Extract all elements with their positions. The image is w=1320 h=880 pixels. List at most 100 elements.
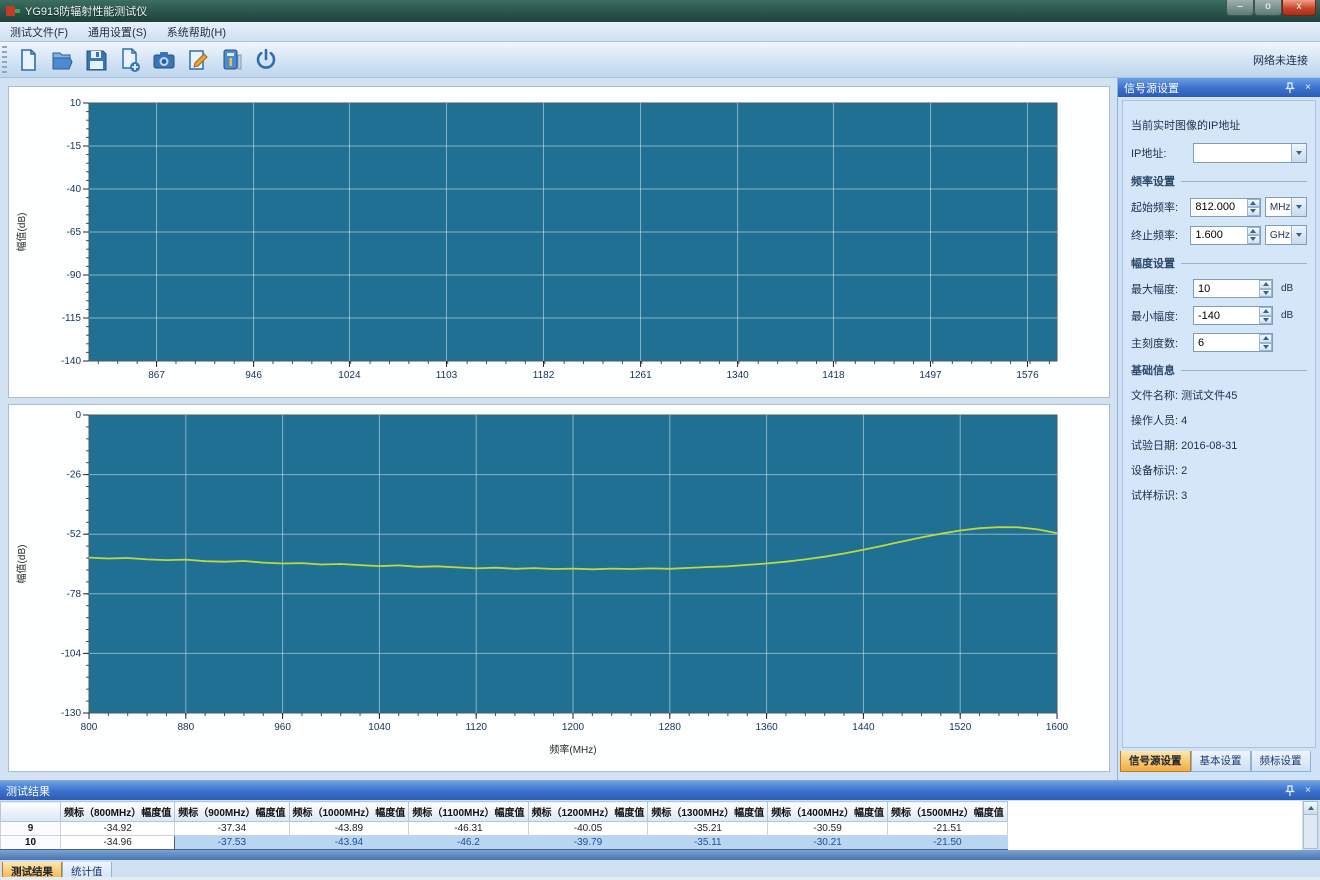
- application-window: YG913防辐射性能测试仪 – o x 测试文件(F) 通用设置(S) 系统帮助…: [0, 0, 1320, 880]
- column-header[interactable]: 频标（1500MHz）幅度值: [888, 802, 1008, 822]
- table-cell[interactable]: -34.96: [61, 836, 175, 850]
- amp-section-caption: 幅度设置: [1131, 255, 1307, 271]
- table-cell[interactable]: -46.2: [409, 836, 528, 850]
- start-freq-stepper[interactable]: [1247, 199, 1260, 216]
- signal-dock-body: 当前实时图像的IP地址 IP地址: 频率设置 起始频率:: [1122, 100, 1316, 748]
- info-test-date: 试验日期: 2016-08-31: [1131, 437, 1307, 453]
- table-cell[interactable]: -21.50: [888, 836, 1008, 850]
- svg-text:1520: 1520: [949, 722, 972, 733]
- instrument-panel-icon: [219, 47, 245, 73]
- column-header[interactable]: 频标（1200MHz）幅度值: [528, 802, 648, 822]
- column-header[interactable]: 频标（1300MHz）幅度值: [648, 802, 768, 822]
- table-cell[interactable]: -43.94: [289, 836, 409, 850]
- minimize-button[interactable]: –: [1226, 0, 1254, 16]
- max-amp-label: 最大幅度:: [1131, 281, 1189, 297]
- ip-label: IP地址:: [1131, 145, 1189, 161]
- column-header[interactable]: 频标（1000MHz）幅度值: [289, 802, 409, 822]
- screenshot-button[interactable]: [147, 44, 181, 76]
- info-section-caption: 基础信息: [1131, 362, 1307, 378]
- table-cell[interactable]: -39.79: [528, 836, 648, 850]
- stop-freq-label: 终止频率:: [1131, 227, 1186, 243]
- table-cell[interactable]: -30.59: [768, 822, 888, 836]
- stop-freq-stepper[interactable]: [1247, 227, 1260, 244]
- menu-bar: 测试文件(F) 通用设置(S) 系统帮助(H): [0, 22, 1320, 42]
- signal-dock-header: 信号源设置 ×: [1118, 78, 1320, 97]
- min-amp-stepper[interactable]: [1259, 307, 1272, 324]
- column-header[interactable]: 频标（1100MHz）幅度值: [409, 802, 528, 822]
- table-cell[interactable]: -35.21: [648, 822, 768, 836]
- stop-freq-unit-select[interactable]: GHz: [1265, 225, 1307, 245]
- svg-text:1040: 1040: [368, 722, 391, 733]
- menu-general-settings[interactable]: 通用设置(S): [78, 22, 157, 42]
- table-cell[interactable]: -46.31: [409, 822, 528, 836]
- svg-text:800: 800: [81, 722, 98, 733]
- power-button[interactable]: [249, 44, 283, 76]
- tab-signal-source[interactable]: 信号源设置: [1120, 751, 1191, 772]
- table-cell[interactable]: -37.53: [175, 836, 289, 850]
- start-freq-label: 起始频率:: [1131, 199, 1186, 215]
- table-cell[interactable]: -21.51: [888, 822, 1008, 836]
- table-cell[interactable]: -30.21: [768, 836, 888, 850]
- row-header[interactable]: 9: [1, 822, 61, 836]
- svg-text:1103: 1103: [436, 370, 458, 381]
- table-cell[interactable]: -43.89: [289, 822, 409, 836]
- ip-caption: 当前实时图像的IP地址: [1131, 117, 1307, 133]
- toolbar-grip[interactable]: [2, 46, 7, 74]
- svg-text:频率(MHz): 频率(MHz): [549, 743, 596, 756]
- table-cell[interactable]: -37.34: [175, 822, 289, 836]
- open-file-button[interactable]: [45, 44, 79, 76]
- divisions-stepper[interactable]: [1259, 334, 1272, 351]
- close-button[interactable]: x: [1282, 0, 1316, 16]
- network-status: 网络未连接: [1253, 52, 1320, 68]
- max-amp-stepper[interactable]: [1259, 280, 1272, 297]
- top-chart-panel: 8679461024110311821261134014181497157610…: [8, 86, 1110, 398]
- column-header[interactable]: 频标（1400MHz）幅度值: [768, 802, 888, 822]
- table-row[interactable]: 9-34.92-37.34-43.89-46.31-40.05-35.21-30…: [1, 822, 1008, 836]
- title-bar: YG913防辐射性能测试仪 – o x: [0, 0, 1320, 22]
- column-header[interactable]: 频标（900MHz）幅度值: [175, 802, 289, 822]
- window-title: YG913防辐射性能测试仪: [25, 3, 147, 19]
- top-chart: 8679461024110311821261134014181497157610…: [9, 87, 1109, 397]
- results-table: 频标（800MHz）幅度值频标（900MHz）幅度值频标（1000MHz）幅度值…: [0, 801, 1008, 850]
- table-cell[interactable]: -40.05: [528, 822, 648, 836]
- svg-text:867: 867: [148, 370, 165, 381]
- results-scrollbar[interactable]: [1303, 801, 1318, 849]
- start-freq-unit-select[interactable]: MHz: [1265, 197, 1307, 217]
- row-header[interactable]: 10: [1, 836, 61, 850]
- dock-close-icon[interactable]: ×: [1302, 785, 1314, 796]
- menu-test-file[interactable]: 测试文件(F): [0, 22, 78, 42]
- svg-text:1280: 1280: [659, 722, 682, 733]
- menu-system-help[interactable]: 系统帮助(H): [157, 22, 236, 42]
- tab-marker-settings[interactable]: 频标设置: [1251, 751, 1311, 772]
- export-report-button[interactable]: [113, 44, 147, 76]
- svg-text:10: 10: [70, 98, 82, 109]
- svg-text:1360: 1360: [755, 722, 778, 733]
- pin-icon[interactable]: [1284, 785, 1296, 797]
- min-amp-unit: dB: [1281, 310, 1293, 321]
- pin-icon[interactable]: [1284, 82, 1296, 94]
- signal-source-dock: 信号源设置 × 当前实时图像的IP地址 IP地址: 频率设置 起始: [1117, 78, 1320, 780]
- ip-address-select[interactable]: [1193, 143, 1307, 163]
- new-file-button[interactable]: [11, 44, 45, 76]
- edit-report-button[interactable]: [181, 44, 215, 76]
- table-row[interactable]: 10-34.96-37.53-43.94-46.2-39.79-35.11-30…: [1, 836, 1008, 850]
- svg-text:960: 960: [274, 722, 291, 733]
- column-header[interactable]: [1, 802, 61, 822]
- tab-basic-settings[interactable]: 基本设置: [1191, 751, 1251, 772]
- table-cell[interactable]: -34.92: [61, 822, 175, 836]
- export-report-icon: [117, 47, 143, 73]
- results-dock-title: 测试结果: [6, 783, 50, 799]
- svg-text:1497: 1497: [919, 370, 942, 381]
- svg-text:946: 946: [245, 370, 262, 381]
- divisions-label: 主刻度数:: [1131, 335, 1189, 351]
- maximize-button[interactable]: o: [1254, 0, 1282, 16]
- table-cell[interactable]: -35.11: [648, 836, 768, 850]
- save-button[interactable]: [79, 44, 113, 76]
- camera-icon: [151, 47, 177, 73]
- column-header[interactable]: 频标（800MHz）幅度值: [61, 802, 175, 822]
- dock-close-icon[interactable]: ×: [1302, 82, 1314, 93]
- scroll-up-icon[interactable]: [1304, 802, 1317, 815]
- instrument-panel-button[interactable]: [215, 44, 249, 76]
- results-hscroll-strip[interactable]: [0, 850, 1320, 860]
- svg-text:1576: 1576: [1016, 370, 1039, 381]
